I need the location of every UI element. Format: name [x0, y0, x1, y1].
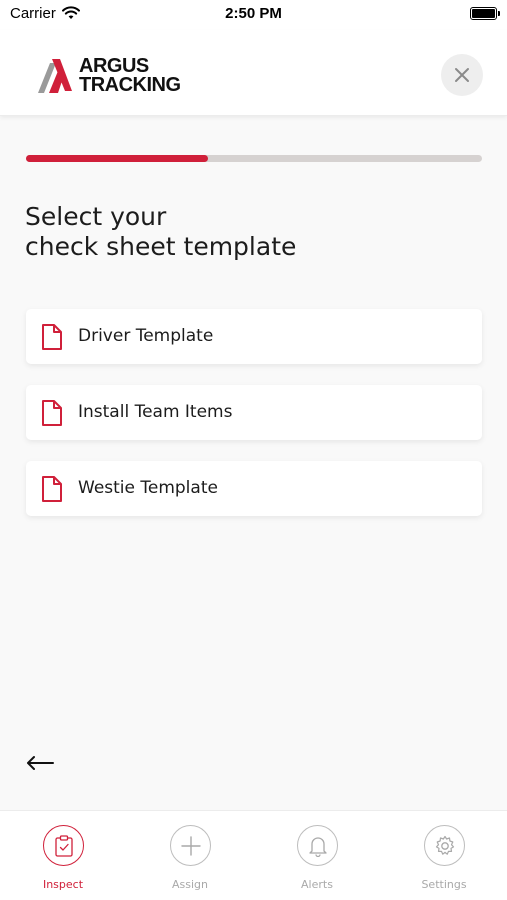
app-header: ARGUS TRACKING [0, 30, 507, 116]
battery-icon [470, 7, 500, 20]
close-icon [455, 68, 469, 82]
template-label: Westie Template [78, 478, 218, 498]
logo-mark-icon [38, 59, 72, 93]
status-bar: Carrier 2:50 PM [0, 0, 507, 30]
back-button[interactable] [25, 752, 55, 774]
close-button[interactable] [441, 54, 483, 96]
bell-icon [308, 836, 327, 857]
document-icon [42, 324, 62, 350]
tab-bar: Inspect Assign Alerts Settings [0, 810, 507, 900]
clipboard-check-icon [54, 834, 73, 857]
tab-settings[interactable]: Settings [381, 811, 507, 900]
document-icon [42, 400, 62, 426]
tab-inspect[interactable]: Inspect [0, 811, 126, 900]
page-title-line1: Select your [25, 202, 167, 231]
template-item-driver[interactable]: Driver Template [26, 309, 482, 364]
tab-label: Assign [172, 878, 208, 891]
argus-tracking-logo: ARGUS TRACKING [36, 56, 186, 97]
template-label: Install Team Items [78, 402, 233, 422]
tab-label: Settings [421, 878, 467, 891]
gear-icon [435, 835, 454, 855]
plus-icon [180, 835, 201, 856]
progress-fill [26, 155, 209, 162]
clock: 2:50 PM [225, 5, 282, 22]
document-icon [42, 476, 62, 502]
page-title: Select your check sheet template [25, 202, 465, 262]
template-item-install-team[interactable]: Install Team Items [26, 385, 482, 440]
template-item-westie[interactable]: Westie Template [26, 461, 482, 516]
back-arrow-icon [27, 756, 54, 770]
tab-label: Inspect [42, 878, 84, 891]
page-title-line2: check sheet template [25, 232, 297, 261]
tab-label: Alerts [301, 878, 333, 891]
logo-text-line2: TRACKING [79, 74, 181, 96]
progress-bar [26, 155, 482, 162]
tab-alerts[interactable]: Alerts [254, 811, 380, 900]
tab-assign[interactable]: Assign [127, 811, 253, 900]
template-label: Driver Template [78, 326, 214, 346]
